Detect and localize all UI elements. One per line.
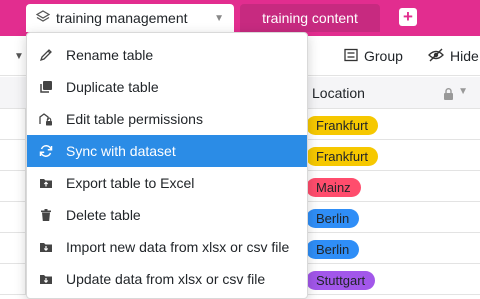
location-pill: Mainz [306,178,361,197]
menu-item-import-new-data[interactable]: Import new data from xlsx or csv file [27,231,307,263]
lock-icon [443,87,454,103]
group-button[interactable]: Group [344,36,403,76]
menu-item-update-data[interactable]: Update data from xlsx or csv file [27,263,307,295]
menu-item-label: Update data from xlsx or csv file [66,271,266,287]
eye-slash-icon [428,48,444,65]
location-cell[interactable]: Frankfurt [305,109,480,140]
menu-item-rename-table[interactable]: Rename table [27,39,307,71]
menu-item-delete-table[interactable]: Delete table [27,199,307,231]
hide-label: Hide [450,48,479,64]
import-icon [38,239,54,255]
chevron-down-icon[interactable]: ▼ [458,86,468,97]
tab-training-management[interactable]: training management ▼ [26,4,234,32]
menu-item-label: Rename table [66,47,154,63]
tab-label: training management [56,10,188,26]
column-header-label: Location [312,85,365,101]
chevron-down-icon[interactable]: ▼ [214,13,224,24]
lock-icon [38,111,54,127]
export-icon [38,175,54,191]
table-tab-bar: training management ▼ training content + [0,0,480,36]
menu-item-label: Edit table permissions [66,111,203,127]
sync-icon [38,143,54,159]
menu-item-label: Delete table [66,207,141,223]
menu-item-export-table-to-excel[interactable]: Export table to Excel [27,167,307,199]
update-icon [38,271,54,287]
column-header-location[interactable]: Location ▼ [305,77,480,109]
location-pill: Frankfurt [306,116,379,135]
menu-item-label: Import new data from xlsx or csv file [66,239,290,255]
trash-icon [38,207,54,223]
location-pill: Stuttgart [306,271,376,290]
menu-item-sync-with-dataset[interactable]: Sync with dataset [27,135,307,167]
group-icon [344,48,358,65]
location-pill: Berlin [306,209,360,228]
tab-label: training content [262,10,358,26]
menu-item-edit-table-permissions[interactable]: Edit table permissions [27,103,307,135]
menu-item-label: Duplicate table [66,79,159,95]
menu-item-label: Export table to Excel [66,175,195,191]
location-cell[interactable]: Stuttgart [305,264,480,295]
location-pill: Frankfurt [306,147,379,166]
hide-columns-button[interactable]: Hide [428,36,479,76]
location-pill: Berlin [306,240,360,259]
caret-down-icon[interactable]: ▼ [14,36,24,76]
plus-icon: + [403,7,413,26]
group-label: Group [364,48,403,64]
table-options-menu: Rename table Duplicate table Edit table … [26,32,308,299]
layers-icon [35,9,51,27]
menu-item-label: Sync with dataset [66,143,176,159]
tab-training-content[interactable]: training content [240,4,380,32]
pencil-icon [38,47,54,63]
location-cell[interactable]: Frankfurt [305,140,480,171]
location-cell[interactable]: Berlin [305,233,480,264]
location-cell[interactable]: Mainz [305,171,480,202]
menu-item-duplicate-table[interactable]: Duplicate table [27,71,307,103]
duplicate-icon [38,79,54,95]
add-table-button[interactable]: + [399,8,417,26]
location-cell[interactable]: Berlin [305,202,480,233]
